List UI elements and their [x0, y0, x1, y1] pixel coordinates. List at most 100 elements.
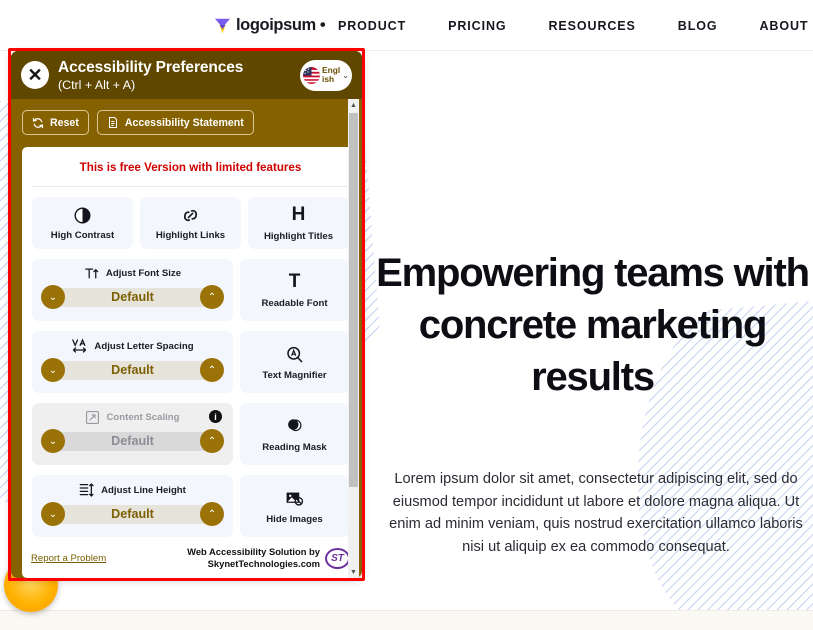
- panel-header: ✕ Accessibility Preferences (Ctrl + Alt …: [11, 51, 362, 99]
- tile-label: Highlight Titles: [263, 230, 334, 242]
- reset-button[interactable]: Reset: [22, 110, 89, 135]
- tile-label: Hide Images: [266, 513, 323, 525]
- increase-content-scaling-button[interactable]: ⌃: [200, 429, 224, 453]
- report-problem-link[interactable]: Report a Problem: [31, 553, 106, 564]
- setting-row: Adjust Font Size ⌄ Default ⌃ T Readable …: [32, 259, 349, 321]
- stepper-adjust-line-height: Adjust Line Height ⌄ Default ⌃: [32, 475, 233, 537]
- decrease-line-height-button[interactable]: ⌄: [41, 502, 65, 526]
- tile-text-magnifier[interactable]: Text Magnifier: [240, 331, 349, 393]
- decrease-content-scaling-button[interactable]: ⌄: [41, 429, 65, 453]
- reading-mask-icon: [285, 416, 304, 437]
- tile-hide-images[interactable]: Hide Images: [240, 475, 349, 537]
- readable-font-icon: T: [288, 271, 301, 292]
- stepper-row: ⌄ Default ⌃: [41, 429, 224, 453]
- chevron-down-icon: ⌄: [342, 70, 349, 80]
- line-height-icon: [79, 483, 94, 497]
- content-scaling-icon: [86, 410, 100, 425]
- letter-spacing-icon: [72, 338, 87, 353]
- nav-link-about[interactable]: ABOUT: [760, 19, 809, 33]
- line-height-value: Default: [54, 504, 211, 524]
- letter-spacing-value: Default: [54, 360, 211, 380]
- scroll-down-arrow-icon[interactable]: ▼: [348, 566, 359, 578]
- nav-links: PRODUCT PRICING RESOURCES BLOG ABOUT: [338, 19, 808, 33]
- decrease-font-size-button[interactable]: ⌄: [41, 285, 65, 309]
- site-logo[interactable]: logoipsum •: [213, 16, 326, 35]
- tile-high-contrast[interactable]: High Contrast: [32, 197, 133, 249]
- panel-shortcut: (Ctrl + Alt + A): [58, 77, 136, 92]
- reset-label: Reset: [50, 116, 79, 129]
- link-icon: [181, 206, 200, 225]
- tile-label: Highlight Links: [155, 229, 226, 241]
- panel-footer: Report a Problem Web Accessibility Solut…: [22, 538, 359, 578]
- feature-tiles: High Contrast Highlight Links H Highligh…: [22, 187, 359, 537]
- accessibility-preferences-panel: ✕ Accessibility Preferences (Ctrl + Alt …: [11, 51, 362, 578]
- page-footer-band: [0, 610, 813, 630]
- accessibility-statement-button[interactable]: Accessibility Statement: [96, 110, 254, 135]
- setting-row: Content Scaling i ⌄ Default ⌃ Reading Ma…: [32, 403, 349, 465]
- stepper-title: Adjust Line Height: [101, 484, 186, 496]
- stepper-content-scaling: Content Scaling i ⌄ Default ⌃: [32, 403, 233, 465]
- setting-row: Adjust Letter Spacing ⌄ Default ⌃ Text M…: [32, 331, 349, 393]
- stepper-row: ⌄ Default ⌃: [41, 358, 224, 382]
- nav-link-blog[interactable]: BLOG: [678, 19, 718, 33]
- panel-action-bar: Reset Accessibility Statement: [11, 99, 362, 147]
- logoipsum-mark-icon: [214, 18, 231, 34]
- toggle-tile-row: High Contrast Highlight Links H Highligh…: [32, 197, 349, 249]
- nav-link-resources[interactable]: RESOURCES: [549, 19, 636, 33]
- page-root: logoipsum • PRODUCT PRICING RESOURCES BL…: [0, 0, 813, 630]
- brand-line-2: SkynetTechnologies.com: [207, 558, 320, 569]
- info-icon[interactable]: i: [209, 410, 222, 423]
- tile-label: High Contrast: [50, 229, 115, 241]
- stepper-adjust-letter-spacing: Adjust Letter Spacing ⌄ Default ⌃: [32, 331, 233, 393]
- top-navigation: logoipsum • PRODUCT PRICING RESOURCES BL…: [0, 0, 813, 51]
- us-flag-icon: [303, 66, 320, 84]
- stepper-head: Adjust Font Size: [41, 266, 224, 281]
- stepper-head: Content Scaling i: [41, 410, 224, 425]
- hide-images-icon: [285, 488, 304, 509]
- tile-label: Readable Font: [261, 297, 328, 309]
- free-version-notice: This is free Version with limited featur…: [79, 161, 302, 174]
- increase-font-size-button[interactable]: ⌃: [200, 285, 224, 309]
- language-selector[interactable]: English ⌄: [300, 59, 352, 91]
- scroll-up-arrow-icon[interactable]: ▲: [348, 99, 359, 111]
- nav-link-product[interactable]: PRODUCT: [338, 19, 406, 33]
- font-size-icon: [85, 268, 99, 279]
- panel-body: This is free Version with limited featur…: [22, 147, 359, 547]
- panel-header-titles: Accessibility Preferences (Ctrl + Alt + …: [58, 59, 300, 92]
- stepper-adjust-font-size: Adjust Font Size ⌄ Default ⌃: [32, 259, 233, 321]
- panel-scrollbar[interactable]: ▲ ▼: [348, 99, 359, 578]
- scrollbar-thumb[interactable]: [349, 113, 358, 487]
- nav-link-pricing[interactable]: PRICING: [448, 19, 506, 33]
- stepper-row: ⌄ Default ⌃: [41, 502, 224, 526]
- stepper-title: Content Scaling: [106, 412, 180, 423]
- brand-line-1: Web Accessibility Solution by: [187, 546, 320, 558]
- stepper-row: ⌄ Default ⌃: [41, 285, 224, 309]
- tile-label: Reading Mask: [262, 441, 327, 453]
- contrast-icon: [73, 206, 92, 225]
- document-icon: [108, 117, 117, 128]
- logo-text: logoipsum: [236, 16, 316, 34]
- stepper-head: Adjust Line Height: [41, 482, 224, 498]
- tile-label: Text Magnifier: [262, 369, 327, 381]
- brand-text: Web Accessibility Solution by SkynetTech…: [187, 546, 320, 569]
- increase-letter-spacing-button[interactable]: ⌃: [200, 358, 224, 382]
- language-label: English: [322, 64, 341, 84]
- decrease-letter-spacing-button[interactable]: ⌄: [41, 358, 65, 382]
- tile-highlight-titles[interactable]: H Highlight Titles: [248, 197, 349, 249]
- close-icon: ✕: [27, 65, 43, 85]
- close-panel-button[interactable]: ✕: [21, 61, 49, 89]
- tile-readable-font[interactable]: T Readable Font: [240, 259, 349, 321]
- skynet-logo-icon: ST: [325, 547, 350, 569]
- increase-line-height-button[interactable]: ⌃: [200, 502, 224, 526]
- heading-icon: H: [291, 204, 306, 225]
- font-size-value: Default: [54, 287, 211, 307]
- stepper-title: Adjust Letter Spacing: [94, 340, 194, 352]
- stepper-title: Adjust Font Size: [105, 268, 182, 279]
- content-scaling-value: Default: [54, 431, 211, 451]
- stepper-head: Adjust Letter Spacing: [41, 338, 224, 354]
- setting-row: Adjust Line Height ⌄ Default ⌃ Hide Imag…: [32, 475, 349, 537]
- brand-credit: Web Accessibility Solution by SkynetTech…: [187, 546, 350, 569]
- tile-highlight-links[interactable]: Highlight Links: [140, 197, 241, 249]
- tile-reading-mask[interactable]: Reading Mask: [240, 403, 349, 465]
- logo-trademark-dot: •: [319, 16, 326, 34]
